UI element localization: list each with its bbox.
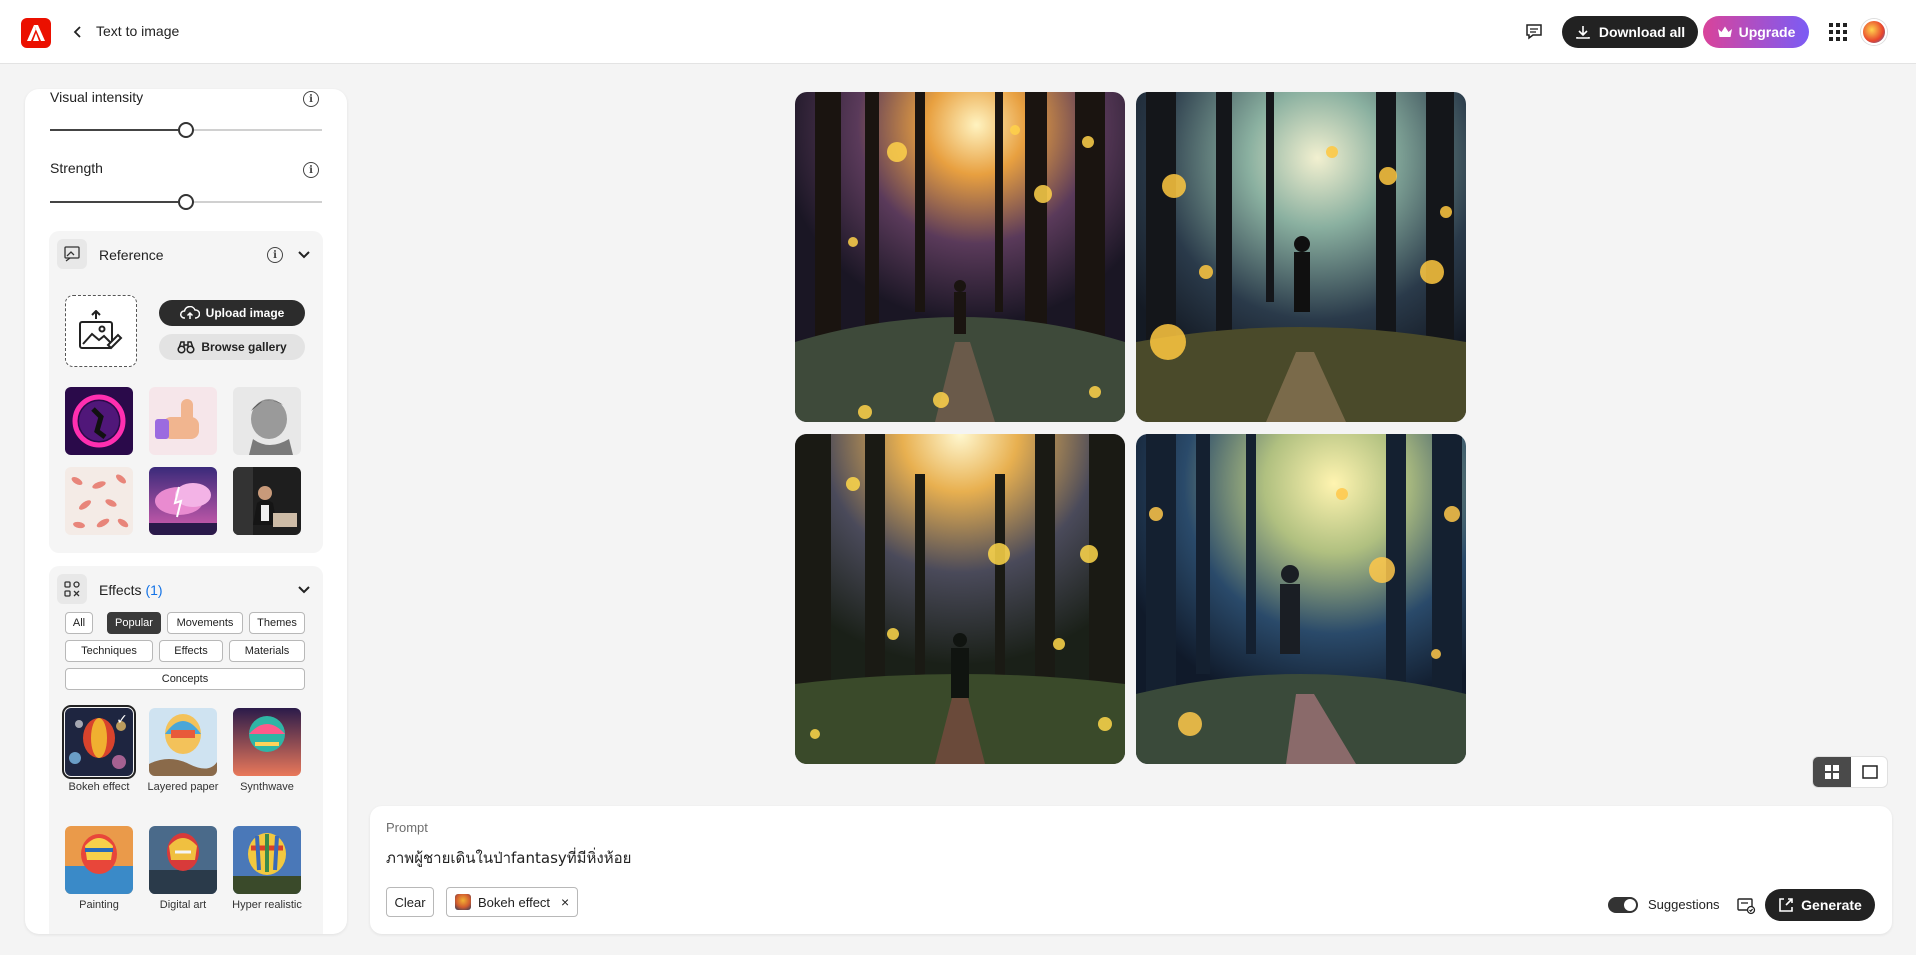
filter-chip-all[interactable]: All [65,612,93,634]
grid-view-icon[interactable] [1813,757,1851,787]
binoculars-icon [177,341,195,354]
effects-icon [57,574,87,604]
effect-digital-art[interactable] [149,826,217,894]
reference-thumbnail[interactable] [233,467,301,535]
feedback-icon[interactable] [1524,22,1544,42]
top-bar: Text to image Download all Upgrade [0,0,1916,64]
view-toggle [1812,756,1888,788]
generated-image[interactable] [795,434,1125,764]
back-chevron-icon[interactable] [68,22,88,42]
generate-icon [1779,898,1793,912]
filter-chip-movements[interactable]: Movements [167,612,243,634]
breadcrumb[interactable]: Text to image [96,23,179,39]
prompt-input[interactable]: ภาพผู้ชายเดินในป่าfantasyที่มีหิ่งห้อย [386,846,631,870]
generate-label: Generate [1801,897,1862,913]
filter-chip-themes[interactable]: Themes [249,612,305,634]
effect-tag-label: Bokeh effect [478,894,551,910]
reference-section: Reference i Upload image Browse gallery [49,231,323,553]
upload-image-button[interactable]: Upload image [159,300,305,326]
visual-intensity-label: Visual intensity [50,89,144,105]
browse-gallery-label: Browse gallery [201,340,287,354]
effect-label: Digital art [159,899,207,911]
reference-thumbnail[interactable] [233,387,301,455]
prompt-panel: Prompt ภาพผู้ชายเดินในป่าfantasyที่มีหิ่… [370,806,1892,934]
info-icon[interactable]: i [303,91,319,107]
apps-grid-icon[interactable] [1828,22,1848,42]
effect-tag[interactable]: Bokeh effect × [446,887,578,917]
effect-label: Synthwave [240,781,294,793]
effects-section: Effects (1) All Popular Movements Themes… [49,566,323,934]
effects-title-text: Effects [99,582,142,598]
filter-chip-materials[interactable]: Materials [229,640,305,662]
avatar[interactable] [1861,19,1887,45]
filter-chip-popular[interactable]: Popular [107,612,161,634]
visual-intensity-slider-thumb[interactable] [178,122,194,138]
reference-upload-dropzone[interactable] [65,295,137,367]
single-view-icon[interactable] [1851,757,1889,787]
download-icon [1576,26,1590,39]
effect-label: Layered paper [147,781,219,793]
effect-bokeh[interactable]: ✓ [62,705,136,779]
generated-image[interactable] [795,92,1125,422]
suggestions-label: Suggestions [1648,897,1720,912]
close-icon[interactable]: × [561,894,569,910]
browse-gallery-button[interactable]: Browse gallery [159,334,305,360]
reference-thumbnail[interactable] [149,387,217,455]
effects-count: (1) [145,582,163,598]
upgrade-button[interactable]: Upgrade [1703,16,1809,48]
visual-intensity-slider-fill [50,129,178,131]
strength-label: Strength [50,160,103,176]
effect-painting[interactable] [65,826,133,894]
generated-image[interactable] [1136,434,1466,764]
download-all-button[interactable]: Download all [1562,16,1698,48]
upload-image-icon [79,310,123,350]
generated-image[interactable] [1136,92,1466,422]
content-credentials-icon[interactable] [1736,895,1756,915]
download-all-label: Download all [1598,24,1686,40]
suggestions-toggle[interactable] [1608,897,1638,913]
chevron-down-icon[interactable] [297,247,311,261]
filter-chip-techniques[interactable]: Techniques [65,640,153,662]
adobe-logo[interactable] [21,18,51,48]
reference-image-icon [57,239,87,269]
filter-chip-effects[interactable]: Effects [159,640,223,662]
reference-thumbnail[interactable] [65,387,133,455]
effect-label: Painting [79,899,119,911]
upload-image-label: Upload image [205,306,285,320]
generate-button[interactable]: Generate [1765,889,1875,921]
chevron-down-icon[interactable] [297,582,311,596]
strength-slider-fill [50,201,178,203]
reference-thumbnail[interactable] [149,467,217,535]
effect-label: Hyper realistic [232,899,302,911]
prompt-label: Prompt [386,820,428,835]
reference-thumbnail[interactable] [65,467,133,535]
strength-slider-thumb[interactable] [178,194,194,210]
crown-icon [1717,26,1732,37]
settings-panel: Visual intensity i Strength i Reference … [25,89,347,934]
cloud-upload-icon [179,306,200,319]
filter-chip-concepts[interactable]: Concepts [65,668,305,690]
effect-layered-paper[interactable] [149,708,217,776]
info-icon[interactable]: i [267,247,283,263]
info-icon[interactable]: i [303,162,319,178]
clear-button[interactable]: Clear [386,887,434,917]
effect-label: Bokeh effect [68,781,130,793]
effect-synthwave[interactable] [233,708,301,776]
effect-tag-thumbnail [455,894,471,910]
upgrade-label: Upgrade [1738,24,1796,40]
effects-title: Effects (1) [99,582,163,598]
reference-title: Reference [99,247,164,263]
checkmark-icon: ✓ [116,710,128,727]
effect-hyper-realistic[interactable] [233,826,301,894]
